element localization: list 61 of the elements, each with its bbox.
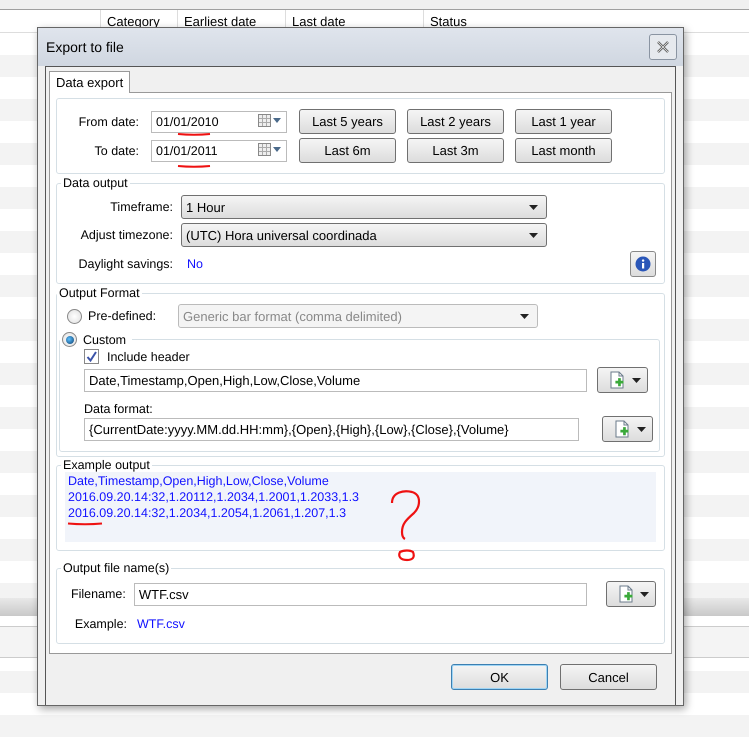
group-title: Data output — [62, 176, 129, 190]
group-title: Example output — [62, 459, 151, 472]
date-field[interactable]: 01/01/2011 — [151, 140, 287, 162]
field-label: Example: — [74, 617, 127, 631]
field-label: From date: — [78, 114, 139, 128]
header-field[interactable]: Date,Timestamp,Open,High,Low,Close,Volume — [84, 368, 587, 392]
close-button[interactable] — [649, 34, 677, 60]
close-icon — [656, 40, 670, 54]
field-label: Adjust timezone: — [80, 228, 173, 242]
date-field[interactable]: 01/01/2010 — [151, 110, 287, 132]
caret-icon — [520, 314, 529, 318]
underline-mark — [178, 165, 210, 168]
example-line: Date,Timestamp,Open,High,Low,Close,Volume — [68, 473, 329, 489]
radio-button[interactable] — [62, 332, 77, 347]
field-label: Data format: — [84, 402, 153, 416]
question-mark-drawing — [390, 490, 420, 562]
tab[interactable]: Data export — [49, 71, 130, 93]
info-icon — [635, 256, 651, 272]
caret-icon — [637, 426, 646, 432]
range-button[interactable]: Last month — [515, 138, 612, 163]
add-field-button[interactable] — [597, 367, 648, 393]
range-button[interactable]: Last 5 years — [299, 109, 396, 134]
calendar-icon[interactable] — [258, 114, 282, 126]
radio-button[interactable] — [67, 308, 82, 324]
document-add-icon — [610, 371, 626, 389]
timeframe-dropdown[interactable]: 1 Hour — [181, 195, 547, 219]
filename-example: WTF.csv — [137, 617, 185, 631]
example-line: 2016.09.20.14:32,1.20112,1.2034,1.2001,1.2033,1.3 — [68, 489, 360, 505]
checkbox[interactable] — [84, 349, 99, 364]
add-field-button[interactable] — [602, 416, 653, 442]
timezone-dropdown[interactable]: (UTC) Hora universal coordinada — [181, 223, 547, 247]
range-button[interactable]: Last 3m — [407, 138, 504, 163]
document-add-icon — [618, 585, 635, 603]
window-title: Export to file — [46, 39, 124, 55]
dialog-button[interactable]: Cancel — [560, 664, 657, 690]
document-add-icon — [615, 420, 632, 438]
group-title: Output Format — [58, 286, 141, 300]
field-label: Daylight savings: — [78, 257, 173, 271]
caret-icon — [529, 204, 538, 210]
underline-mark — [68, 522, 102, 526]
add-field-button[interactable] — [606, 581, 656, 607]
filename-field[interactable]: WTF.csv — [134, 582, 587, 606]
option-label: Custom — [83, 332, 126, 346]
field-label: Filename: — [70, 587, 126, 601]
group-title: Output file name(s) — [62, 561, 170, 575]
range-button[interactable]: Last 6m — [299, 138, 396, 163]
dialog-button[interactable]: OK — [451, 664, 548, 690]
underline-mark — [178, 133, 210, 136]
field-label: To date: — [94, 144, 139, 158]
daylight-value: No — [187, 257, 203, 271]
range-button[interactable]: Last 1 year — [515, 109, 612, 134]
example-line: 2016.09.20.14:32,1.2034,1.2054,1.2061,1.207,1.3 — [68, 505, 346, 521]
option-label: Pre-defined: — [88, 309, 158, 323]
data-format-field[interactable]: {CurrentDate:yyyy.MM.dd.HH:mm},{Open},{High},{Low},{Close},{Volume} — [84, 418, 580, 440]
field-label: Timeframe: — [109, 200, 173, 214]
calendar-icon[interactable] — [258, 142, 282, 156]
range-button[interactable]: Last 2 years — [407, 109, 504, 134]
caret-icon — [632, 378, 641, 382]
info-button[interactable] — [630, 251, 656, 277]
checkbox-label: Include header — [107, 350, 190, 364]
caret-icon — [529, 232, 538, 238]
